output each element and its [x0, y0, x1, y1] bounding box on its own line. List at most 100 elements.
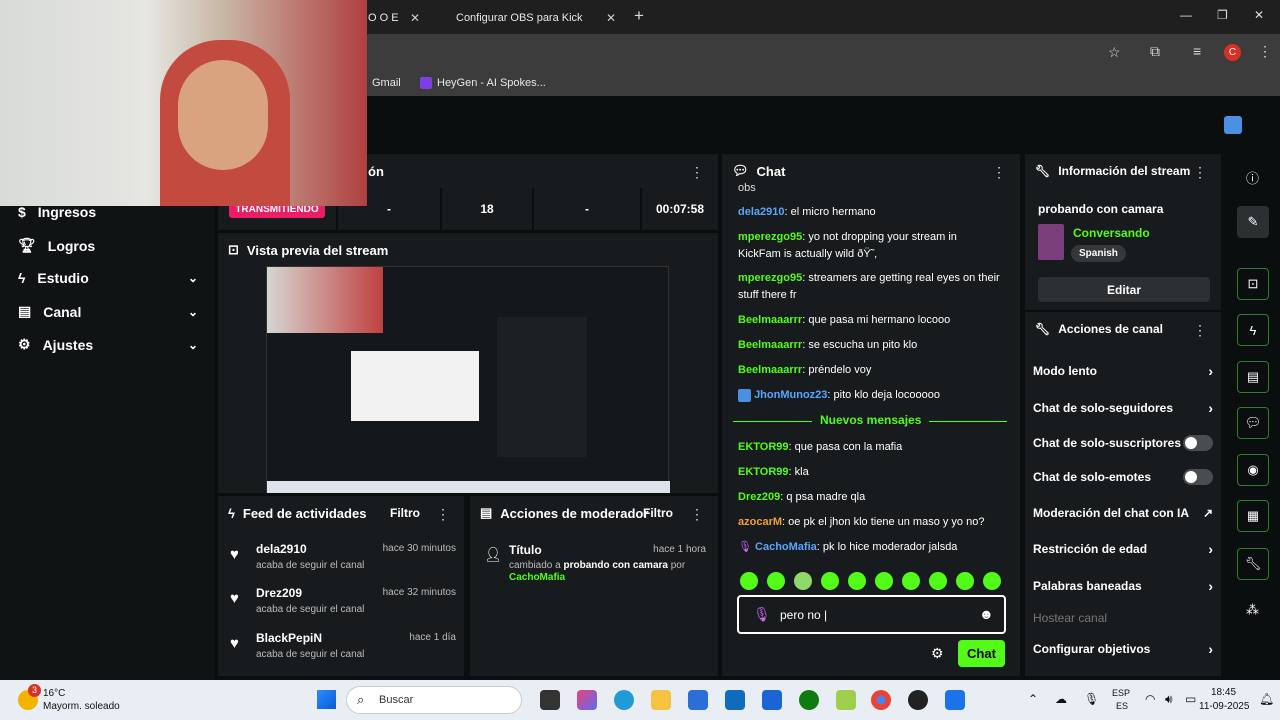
action-ai-moderation[interactable]: Moderación del chat con IA ↗ — [1033, 506, 1213, 520]
task-view-icon[interactable] — [540, 690, 560, 710]
chat-username[interactable]: Beelmaaarrr — [738, 339, 802, 351]
chat-username[interactable]: CachoMafia — [755, 541, 817, 553]
onedrive-icon[interactable]: ☁ — [1055, 692, 1067, 706]
emote-icon[interactable] — [740, 572, 758, 590]
emote-icon[interactable] — [929, 572, 947, 590]
browser-tab-1[interactable]: O O E ✕ — [368, 4, 428, 32]
menu-icon[interactable]: ⋮ — [1258, 43, 1272, 60]
more-icon[interactable]: ⋮ — [436, 506, 450, 523]
pencil-icon[interactable]: ✎ — [1237, 206, 1269, 238]
stream-preview-video[interactable] — [266, 266, 670, 493]
emote-icon[interactable] — [848, 572, 866, 590]
more-icon[interactable]: ⋮ — [690, 506, 704, 523]
sidebar-item-ajustes[interactable]: ⚙ Ajustes ⌄ — [18, 336, 198, 353]
preview-toggle-icon[interactable]: ⊡ — [1237, 268, 1269, 300]
app2-icon[interactable] — [945, 690, 965, 710]
chat-username[interactable]: Beelmaaarrr — [738, 314, 802, 326]
chat-send-button[interactable]: Chat — [958, 640, 1005, 667]
chat-username[interactable]: Beelmaaarrr — [738, 364, 802, 376]
chat-username[interactable]: mperezgo95 — [738, 231, 802, 243]
category-link[interactable]: Conversando — [1073, 226, 1150, 240]
more-icon[interactable]: ⋮ — [690, 164, 704, 181]
browser-tab-2[interactable]: Configurar OBS para Kick ✕ — [440, 4, 624, 32]
bookmark-gmail[interactable]: Gmail — [372, 77, 401, 89]
broadcast-icon[interactable]: ◉ — [1237, 454, 1269, 486]
more-icon[interactable]: ⋮ — [992, 164, 1006, 181]
weather-widget[interactable]: 3 16°C Mayorm. soleado — [14, 684, 144, 714]
xbox-icon[interactable] — [799, 690, 819, 710]
new-tab-button[interactable]: + — [634, 6, 644, 26]
emote-icon[interactable] — [794, 572, 812, 590]
chat-username[interactable]: EKTOR99 — [738, 466, 789, 478]
filter-button[interactable]: Filtro — [643, 506, 673, 520]
toggle-switch[interactable] — [1183, 435, 1213, 451]
action-age-restriction[interactable]: Restricción de edad › — [1033, 541, 1213, 557]
action-host-channel[interactable]: Hostear canal — [1033, 611, 1213, 625]
lang-top[interactable]: ESP — [1112, 688, 1130, 698]
chat-bubble-icon[interactable]: 💬︎ — [1237, 407, 1269, 439]
filter-button[interactable]: Filtro — [390, 506, 420, 520]
file-explorer-icon[interactable] — [651, 690, 671, 710]
layout-icon[interactable]: ⁂ — [1246, 602, 1259, 618]
more-icon[interactable]: ⋮ — [1193, 322, 1207, 339]
taskbar-search[interactable]: ⌕ Buscar — [346, 686, 522, 714]
action-slow-mode[interactable]: Modo lento › — [1033, 363, 1213, 379]
profile-avatar[interactable]: C — [1224, 44, 1241, 61]
sidebar-item-logros[interactable]: 🏆︎ Logros — [18, 237, 198, 254]
outlook-icon[interactable] — [725, 690, 745, 710]
mic-tray-icon[interactable]: 🎙︎ — [1084, 692, 1099, 706]
sidebar-item-ingresos[interactable]: $ Ingresos — [18, 204, 198, 220]
action-banned-words[interactable]: Palabras baneadas › — [1033, 578, 1213, 594]
action-followers-only[interactable]: Chat de solo-seguidores › — [1033, 400, 1213, 416]
user-avatar[interactable] — [1224, 116, 1242, 134]
chrome-icon[interactable] — [871, 690, 891, 710]
tray-chevron-icon[interactable]: ⌃ — [1028, 692, 1038, 706]
star-icon[interactable]: ☆ — [1108, 44, 1121, 61]
extensions-icon[interactable]: ⧉ — [1150, 43, 1160, 60]
store-icon[interactable] — [688, 690, 708, 710]
chat-username[interactable]: azocarM — [738, 516, 782, 528]
toggle-switch[interactable] — [1183, 469, 1213, 485]
minimize-icon[interactable]: — — [1180, 8, 1192, 22]
maximize-icon[interactable]: ❐ — [1217, 8, 1228, 22]
battery-icon[interactable]: ▭ — [1185, 692, 1196, 706]
close-icon[interactable]: ✕ — [410, 11, 420, 25]
sidebar-item-canal[interactable]: ▤ Canal ⌄ — [18, 303, 198, 320]
chat-username[interactable]: mperezgo95 — [738, 272, 802, 284]
edit-button[interactable]: Editar — [1038, 277, 1210, 302]
emoji-icon[interactable]: ☻ — [979, 606, 994, 622]
lightning-icon[interactable]: ϟ — [1237, 314, 1269, 346]
edge-icon[interactable] — [614, 690, 634, 710]
windows-start-icon[interactable] — [317, 690, 336, 709]
emote-icon[interactable] — [821, 572, 839, 590]
emote-icon[interactable] — [875, 572, 893, 590]
copilot-icon[interactable] — [577, 690, 597, 710]
info-icon[interactable]: ⓘ — [1246, 168, 1259, 187]
emote-icon[interactable] — [767, 572, 785, 590]
mod-actions-icon[interactable]: ▦ — [1237, 500, 1269, 532]
chat-settings-icon[interactable]: ⚙ — [931, 645, 944, 662]
action-emotes-only[interactable]: Chat de solo-emotes — [1033, 469, 1213, 485]
chat-username[interactable]: EKTOR99 — [738, 441, 789, 453]
close-icon[interactable]: ✕ — [606, 11, 616, 25]
clock-time[interactable]: 18:45 — [1211, 687, 1236, 698]
app-icon[interactable] — [762, 690, 782, 710]
action-goals[interactable]: Configurar objetivos › — [1033, 641, 1213, 657]
chat-username[interactable]: JhonMunoz23 — [754, 389, 827, 401]
chat-input[interactable]: pero no | — [780, 608, 827, 622]
emote-icon[interactable] — [983, 572, 1001, 590]
chat-username[interactable]: Drez209 — [738, 491, 780, 503]
obs-icon[interactable] — [908, 690, 928, 710]
emote-icon[interactable] — [902, 572, 920, 590]
media-icon[interactable]: ≡ — [1193, 43, 1201, 59]
more-icon[interactable]: ⋮ — [1193, 164, 1207, 181]
bookmark-heygen[interactable]: HeyGen - AI Spokes... — [420, 77, 546, 89]
chat-input-box[interactable]: 🎙︎ pero no | ☻ — [737, 595, 1006, 634]
volume-icon[interactable]: 🔊︎ — [1165, 692, 1173, 707]
close-window-icon[interactable]: ✕ — [1254, 8, 1264, 22]
gamepass-icon[interactable] — [836, 690, 856, 710]
wrench-icon[interactable]: 🔧︎ — [1237, 548, 1269, 580]
network-icon[interactable]: ◠ — [1145, 692, 1155, 706]
sidebar-item-estudio[interactable]: ϟ Estudio ⌄ — [18, 270, 198, 286]
action-subscribers-only[interactable]: Chat de solo-suscriptores — [1033, 435, 1213, 451]
